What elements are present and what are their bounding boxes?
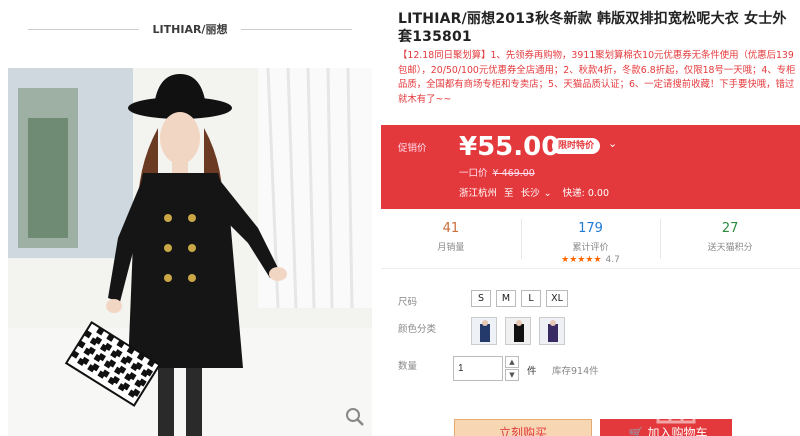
size-option-l[interactable]: L xyxy=(521,290,541,307)
reward-points: 27 送天猫积分 xyxy=(660,209,800,268)
reviews-label: 累计评价 xyxy=(572,243,609,253)
original-price-value: ¥ 469.00 xyxy=(492,168,535,179)
size-row: 尺码 S M L XL xyxy=(398,290,798,310)
size-option-xl[interactable]: XL xyxy=(546,290,568,307)
stock-count: 库存914件 xyxy=(552,366,599,377)
brand-name: LITHIAR/丽想 xyxy=(152,23,228,36)
chevron-down-icon[interactable]: ⌄ xyxy=(608,137,617,150)
current-price: ¥55.00 xyxy=(459,132,560,162)
original-price-label: 一口价 xyxy=(459,168,488,179)
color-row: 颜色分类 xyxy=(398,317,798,347)
product-gallery: LITHIAR/丽想 xyxy=(0,0,380,436)
size-options: S M L XL xyxy=(471,290,568,307)
watermark-subtext: 08WOJ.COM xyxy=(714,406,778,416)
add-to-cart-label: 加入购物车 xyxy=(647,426,708,436)
ship-to-city: 长沙 xyxy=(520,188,540,199)
original-price: 一口价 ¥ 469.00 xyxy=(459,165,535,179)
product-photo[interactable] xyxy=(8,68,372,436)
divider xyxy=(241,28,352,30)
cart-icon: 🛒 xyxy=(628,426,644,436)
reviews-count: 179 xyxy=(578,221,603,236)
house-logo-icon xyxy=(648,375,704,424)
quantity-label: 数量 xyxy=(398,361,418,372)
ship-to-select[interactable]: 长沙 ⌄ xyxy=(521,188,556,199)
sales-count: 41 xyxy=(442,221,460,236)
ship-to-prefix: 至 xyxy=(504,188,514,199)
rating-stars: ★★★★★ 4.7 xyxy=(561,255,620,265)
brand-header: LITHIAR/丽想 xyxy=(28,18,352,40)
shipping-info: 浙江杭州 至 长沙 ⌄ 快递: 0.00 xyxy=(459,185,613,199)
color-swatch-2[interactable] xyxy=(505,317,531,345)
quantity-input[interactable] xyxy=(453,356,503,381)
total-reviews[interactable]: 179 累计评价 ★★★★★ 4.7 xyxy=(520,209,661,268)
product-info: LITHIAR/丽想2013秋冬新款 韩版双排扣宽松呢大衣 女士外套135801… xyxy=(381,0,800,436)
model-illustration xyxy=(8,68,372,436)
quantity-increase-button[interactable]: ▲ xyxy=(505,356,519,368)
size-label: 尺码 xyxy=(398,297,418,308)
stats-bar: 41 月销量 179 累计评价 ★★★★★ 4.7 27 送天猫积分 xyxy=(381,209,800,269)
product-title: LITHIAR/丽想2013秋冬新款 韩版双排扣宽松呢大衣 女士外套135801 xyxy=(398,11,787,45)
chevron-down-icon: ⌄ xyxy=(543,188,552,199)
limited-offer-badge: 限时特价 xyxy=(552,138,601,154)
buy-now-button[interactable]: 立刻购买 xyxy=(454,419,592,436)
promo-text: 【12.18同日聚划算】1、先领券再购物，3911聚划算棉衣10元优惠券无条件使… xyxy=(398,50,796,105)
ship-from: 浙江杭州 xyxy=(459,188,498,199)
sales-label: 月销量 xyxy=(437,243,465,253)
delivery-fee: 快递: 0.00 xyxy=(562,188,609,199)
watermark: 08素材 08WOJ.COM xyxy=(644,370,794,426)
size-option-m[interactable]: M xyxy=(496,290,516,307)
price-panel: 促销价 ¥55.00 限时特价 ⌄ 一口价 ¥ 469.00 浙江杭州 至 长沙… xyxy=(381,125,800,209)
price-label: 促销价 xyxy=(398,143,427,154)
rating-value: 4.7 xyxy=(605,255,620,265)
color-swatch-3[interactable] xyxy=(539,317,565,345)
points-count: 27 xyxy=(721,221,739,236)
zoom-icon[interactable] xyxy=(344,406,366,428)
size-option-s[interactable]: S xyxy=(471,290,491,307)
color-options xyxy=(471,317,565,345)
quantity-decrease-button[interactable]: ▼ xyxy=(505,369,519,381)
color-swatch-1[interactable] xyxy=(471,317,497,345)
points-label: 送天猫积分 xyxy=(707,243,753,253)
monthly-sales: 41 月销量 xyxy=(381,209,521,268)
quantity-unit: 件 xyxy=(527,366,537,377)
color-label: 颜色分类 xyxy=(398,324,437,335)
divider xyxy=(28,28,139,30)
